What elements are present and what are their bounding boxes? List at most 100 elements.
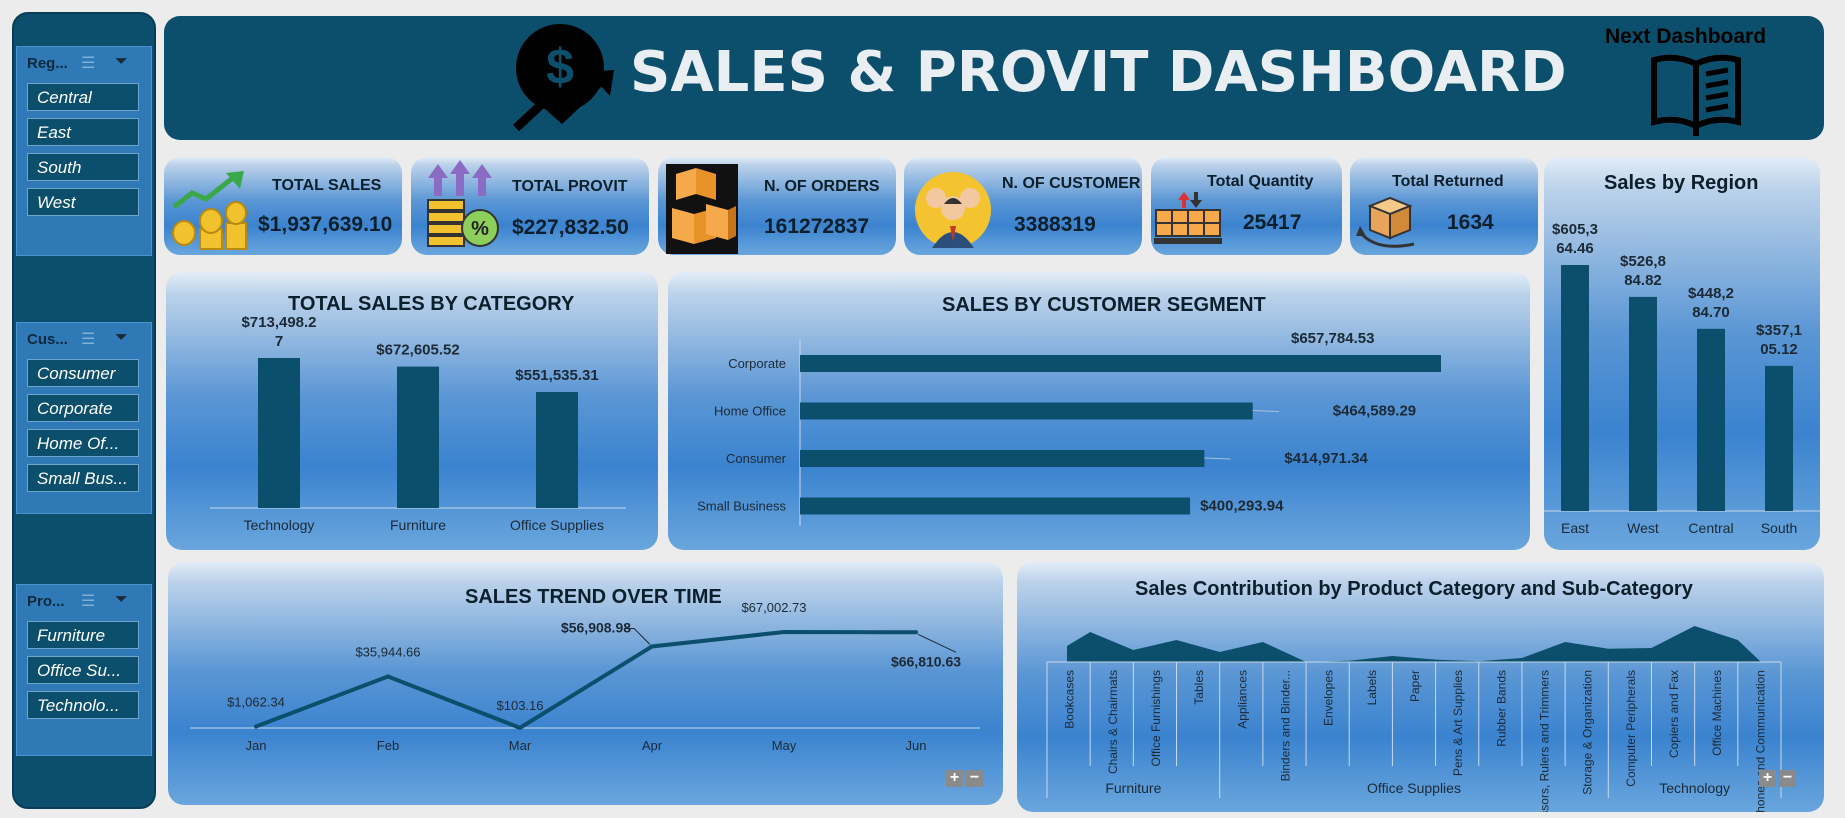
slicer-item[interactable]: Central — [27, 83, 139, 111]
contribution-area-chart: Bookcases Chairs & Chairmats Office Furnis… — [1046, 626, 1782, 812]
subcategory-label: Envelopes — [1322, 670, 1336, 726]
data-point — [782, 630, 786, 634]
slicer-title: Cus... — [27, 331, 68, 348]
data-label: $448,2 — [1688, 285, 1734, 302]
category-label: Jun — [906, 738, 927, 753]
subcategory-label: Bookcases — [1063, 670, 1077, 729]
slicer-item[interactable]: East — [27, 118, 139, 146]
subcategory-label: Tables — [1192, 670, 1206, 705]
data-label: $67,002.73 — [741, 600, 806, 615]
zoom-minus-icon[interactable]: − — [966, 770, 983, 787]
bar — [800, 450, 1205, 467]
category-label: Feb — [377, 738, 399, 753]
slicer-header: Reg... ☰ ⏷ — [17, 47, 151, 81]
bar — [1561, 265, 1589, 511]
multi-select-icon[interactable]: ☰ — [81, 591, 95, 611]
category-label: East — [1561, 520, 1589, 536]
data-label: $713,498.2 — [241, 314, 316, 331]
zoom-plus-icon[interactable]: + — [946, 770, 963, 787]
segment-bar-chart: Corporate $657,784.53 Home Office $464,589.… — [697, 330, 1441, 526]
boxes-icon — [666, 164, 738, 254]
data-label: 64.46 — [1556, 240, 1594, 257]
subcategory-label: Office Machines — [1710, 670, 1724, 756]
data-point — [254, 724, 258, 729]
slicer-region: Reg... ☰ ⏷ Central East South West — [16, 46, 152, 256]
customers-value: 3388319 — [1014, 213, 1096, 236]
total-provit-label: TOTAL PROVIT — [512, 178, 628, 195]
slicer-item[interactable]: Consumer — [27, 359, 139, 387]
subcategory-label: Rubber Bands — [1494, 670, 1508, 747]
category-label: West — [1627, 520, 1659, 536]
subcategory-label: Paper — [1408, 670, 1422, 702]
orders-label: N. OF ORDERS — [764, 178, 880, 195]
leader-line — [1204, 457, 1231, 460]
total-sales-label: TOTAL SALES — [272, 177, 382, 194]
category-label: Apr — [642, 738, 663, 753]
multi-select-icon[interactable]: ☰ — [81, 329, 95, 349]
filter-clear-icon[interactable]: ⏷ — [115, 329, 128, 347]
subcategory-label: Copiers and Fax — [1667, 670, 1681, 758]
category-label: Technology — [244, 517, 315, 533]
data-label: $357,1 — [1756, 322, 1802, 339]
data-label: $414,971.34 — [1284, 450, 1368, 467]
returned-value: 1634 — [1447, 211, 1494, 234]
zoom-minus-icon[interactable]: − — [1779, 770, 1796, 787]
category-label: South — [1761, 520, 1798, 536]
bar — [800, 402, 1253, 420]
data-label: $66,810.63 — [891, 653, 961, 669]
returned-label: Total Returned — [1392, 173, 1504, 190]
total-provit-value: $227,832.50 — [512, 216, 629, 239]
slicer-item[interactable]: West — [27, 188, 139, 216]
svg-text:%: % — [471, 218, 489, 240]
returned-box-icon — [1356, 196, 1415, 248]
slicer-item[interactable]: Technolo... — [27, 691, 139, 719]
slicer-item[interactable]: Office Su... — [27, 656, 139, 684]
category-label: Furniture — [1105, 780, 1161, 796]
area-series — [1067, 626, 1761, 662]
slicer-header: Cus... ☰ ⏷ — [17, 323, 151, 357]
subcategory-label: Scissors, Rulers and Trimmers — [1538, 670, 1552, 812]
data-label: $103.16 — [497, 698, 544, 713]
data-label: 84.70 — [1692, 304, 1730, 321]
category-label: Corporate — [728, 356, 786, 371]
data-label: $56,908.98 — [561, 619, 631, 635]
slicer-item[interactable]: Corporate — [27, 394, 139, 422]
subcategory-label: Storage & Organization — [1581, 670, 1595, 795]
subcategory-label: Binders and Binder... — [1278, 670, 1292, 781]
category-label: Home Office — [714, 404, 786, 419]
category-label: Furniture — [390, 517, 446, 533]
category-label: Jan — [246, 738, 267, 753]
category-label: Consumer — [726, 451, 787, 466]
sales-growth-icon — [172, 171, 247, 250]
svg-text:$: $ — [546, 39, 574, 95]
slicer-item[interactable]: Small Bus... — [27, 464, 139, 492]
data-point — [518, 725, 522, 730]
data-point — [914, 630, 918, 635]
subcategory-label: Chairs & Chairmats — [1106, 670, 1120, 774]
slicer-header: Pro... ☰ ⏷ — [17, 585, 151, 619]
bar — [1765, 365, 1793, 511]
slicer-item[interactable]: Furniture — [27, 621, 139, 649]
slicer-title: Reg... — [27, 55, 68, 72]
next-dashboard-label[interactable]: Next Dashboard — [1605, 25, 1766, 49]
page-title: SALES & PROVIT DASHBOARD — [630, 40, 1567, 105]
subcategory-label: Appliances — [1235, 670, 1249, 729]
subcategory-label: Labels — [1365, 670, 1379, 705]
data-label: $551,535.31 — [515, 367, 598, 384]
quantity-pallet-icon — [1154, 192, 1222, 244]
customers-icon — [915, 172, 991, 248]
data-label: $526,8 — [1620, 253, 1666, 270]
zoom-plus-icon[interactable]: + — [1759, 770, 1776, 787]
subcategory-label: Office Furnishings — [1149, 670, 1163, 767]
data-label: $35,944.66 — [355, 644, 420, 659]
filter-clear-icon[interactable]: ⏷ — [115, 591, 128, 609]
book-icon[interactable] — [1648, 50, 1744, 138]
slicer-item[interactable]: South — [27, 153, 139, 181]
filter-clear-icon[interactable]: ⏷ — [115, 53, 128, 71]
multi-select-icon[interactable]: ☰ — [81, 53, 95, 73]
slicer-item[interactable]: Home Of... — [27, 429, 139, 457]
data-label: $1,062.34 — [227, 694, 285, 709]
trend-line-chart: $1,062.34 Jan $35,944.66 Feb $103.16 Mar $56,9… — [190, 600, 980, 753]
data-point — [650, 644, 654, 649]
dollar-trend-icon: $ — [512, 24, 614, 132]
